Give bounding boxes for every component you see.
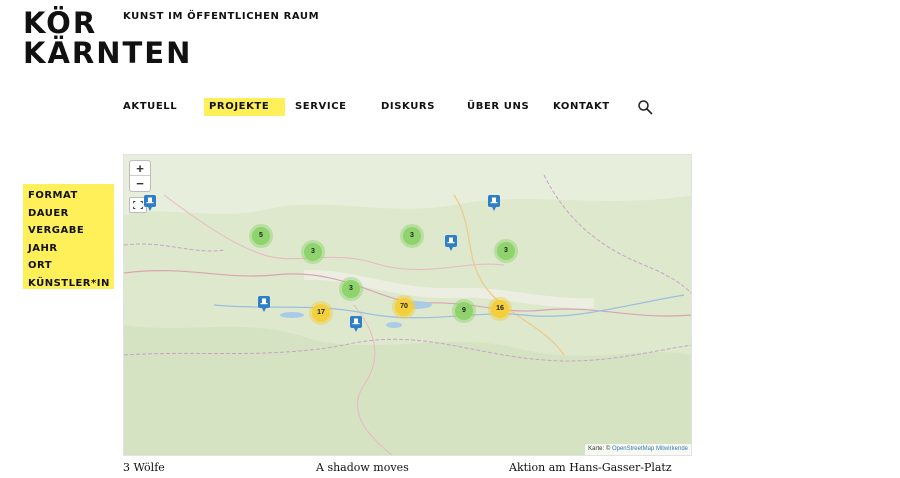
map-cluster[interactable]: 17 [312, 304, 330, 322]
map-pin-icon[interactable] [349, 315, 363, 333]
filter-format[interactable]: FORMAT [28, 187, 114, 205]
map-pin-icon[interactable] [487, 194, 501, 212]
map-cluster[interactable]: 9 [455, 302, 473, 320]
map-pin-icon[interactable] [257, 295, 271, 313]
project-title[interactable]: 3 Wölfe [123, 461, 165, 474]
nav-item-kontakt[interactable]: KONTAKT [553, 98, 610, 116]
filter-panel: FORMAT DAUER VERGABE JAHR ORT KÜNSTLER*I… [23, 184, 114, 289]
map-cluster[interactable]: 3 [342, 280, 360, 298]
site-tagline: KUNST IM ÖFFENTLICHEN RAUM [123, 11, 320, 22]
zoom-in-button[interactable]: + [130, 161, 150, 176]
map-cluster[interactable]: 70 [395, 298, 413, 316]
nav-item-diskurs[interactable]: DISKURS [381, 98, 435, 116]
nav-item-projekte[interactable]: PROJEKTE [204, 98, 285, 116]
search-icon[interactable] [637, 99, 653, 115]
nav-item-service[interactable]: SERVICE [295, 98, 347, 116]
map-cluster[interactable]: 3 [304, 243, 322, 261]
map-cluster[interactable]: 3 [497, 242, 515, 260]
map-pin-icon[interactable] [444, 234, 458, 252]
map-cluster[interactable]: 16 [491, 300, 509, 318]
zoom-out-button[interactable]: − [130, 176, 150, 191]
attribution-prefix: Karte: © [588, 446, 611, 452]
nav-item-aktuell[interactable]: AKTUELL [123, 98, 177, 116]
map-cluster[interactable]: 5 [252, 227, 270, 245]
main-navigation: AKTUELL PROJEKTE SERVICE DISKURS ÜBER UN… [0, 98, 900, 116]
project-title[interactable]: Aktion am Hans-Gasser-Platz [509, 461, 672, 474]
attribution-link[interactable]: OpenStreetMap Mitwirkende [612, 446, 688, 452]
logo-line-2: KÄRNTEN [23, 36, 193, 70]
project-captions: 3 Wölfe A shadow moves Aktion am Hans-Ga… [0, 461, 900, 475]
project-title[interactable]: A shadow moves [316, 461, 409, 474]
filter-ort[interactable]: ORT [28, 257, 114, 275]
zoom-control: + − [129, 160, 151, 192]
project-map[interactable]: + − 5 3 3 3 3 70 17 9 16 Karte: © OpenSt… [123, 154, 692, 456]
filter-kuenstlerin[interactable]: KÜNSTLER*IN [28, 275, 114, 293]
map-attribution: Karte: © OpenStreetMap Mitwirkende [585, 444, 691, 455]
filter-vergabe[interactable]: VERGABE [28, 222, 114, 240]
filter-dauer[interactable]: DAUER [28, 205, 114, 223]
map-pin-icon[interactable] [143, 194, 157, 212]
nav-item-ueber-uns[interactable]: ÜBER UNS [467, 98, 529, 116]
filter-jahr[interactable]: JAHR [28, 240, 114, 258]
map-cluster[interactable]: 3 [403, 227, 421, 245]
